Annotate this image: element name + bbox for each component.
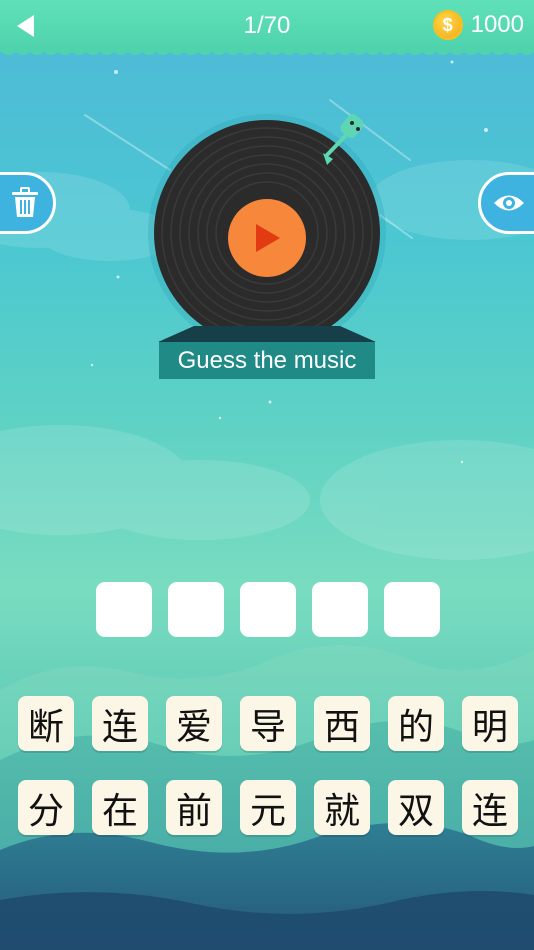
coin-count: 1000 xyxy=(470,11,524,38)
character-tile[interactable]: 西 xyxy=(314,696,370,751)
answer-slot[interactable] xyxy=(312,582,368,637)
character-tile[interactable]: 分 xyxy=(18,780,74,835)
character-tile[interactable]: 断 xyxy=(18,696,74,751)
play-icon xyxy=(256,224,280,252)
answer-slot[interactable] xyxy=(168,582,224,637)
character-tile[interactable]: 在 xyxy=(92,780,148,835)
back-arrow-icon xyxy=(17,15,34,37)
character-tile[interactable]: 明 xyxy=(462,696,518,751)
top-bar-wave-edge xyxy=(0,46,534,55)
answer-slot[interactable] xyxy=(96,582,152,637)
character-tile[interactable]: 就 xyxy=(314,780,370,835)
character-tile[interactable]: 连 xyxy=(462,780,518,835)
character-tile[interactable]: 双 xyxy=(388,780,444,835)
play-button[interactable] xyxy=(228,199,306,277)
guess-caption: Guess the music xyxy=(159,342,375,379)
character-tile[interactable]: 导 xyxy=(240,696,296,751)
reveal-hint-button[interactable] xyxy=(478,172,534,234)
coin-balance: $ 1000 xyxy=(432,10,524,40)
character-tile[interactable]: 爱 xyxy=(166,696,222,751)
character-tile[interactable]: 连 xyxy=(92,696,148,751)
top-bar: 1/70 $ 1000 xyxy=(0,0,534,52)
character-tile[interactable]: 元 xyxy=(240,780,296,835)
character-tile[interactable]: 的 xyxy=(388,696,444,751)
answer-slots xyxy=(96,582,440,637)
back-button[interactable] xyxy=(8,8,44,44)
character-choices-row-2: 分 在 前 元 就 双 连 xyxy=(18,780,518,835)
answer-slot[interactable] xyxy=(240,582,296,637)
eye-icon xyxy=(494,195,524,211)
character-tile[interactable]: 前 xyxy=(166,780,222,835)
coin-icon: $ xyxy=(432,10,463,40)
character-choices-row-1: 断 连 爱 导 西 的 明 xyxy=(18,696,518,751)
trash-icon xyxy=(12,187,38,217)
answer-slot[interactable] xyxy=(384,582,440,637)
